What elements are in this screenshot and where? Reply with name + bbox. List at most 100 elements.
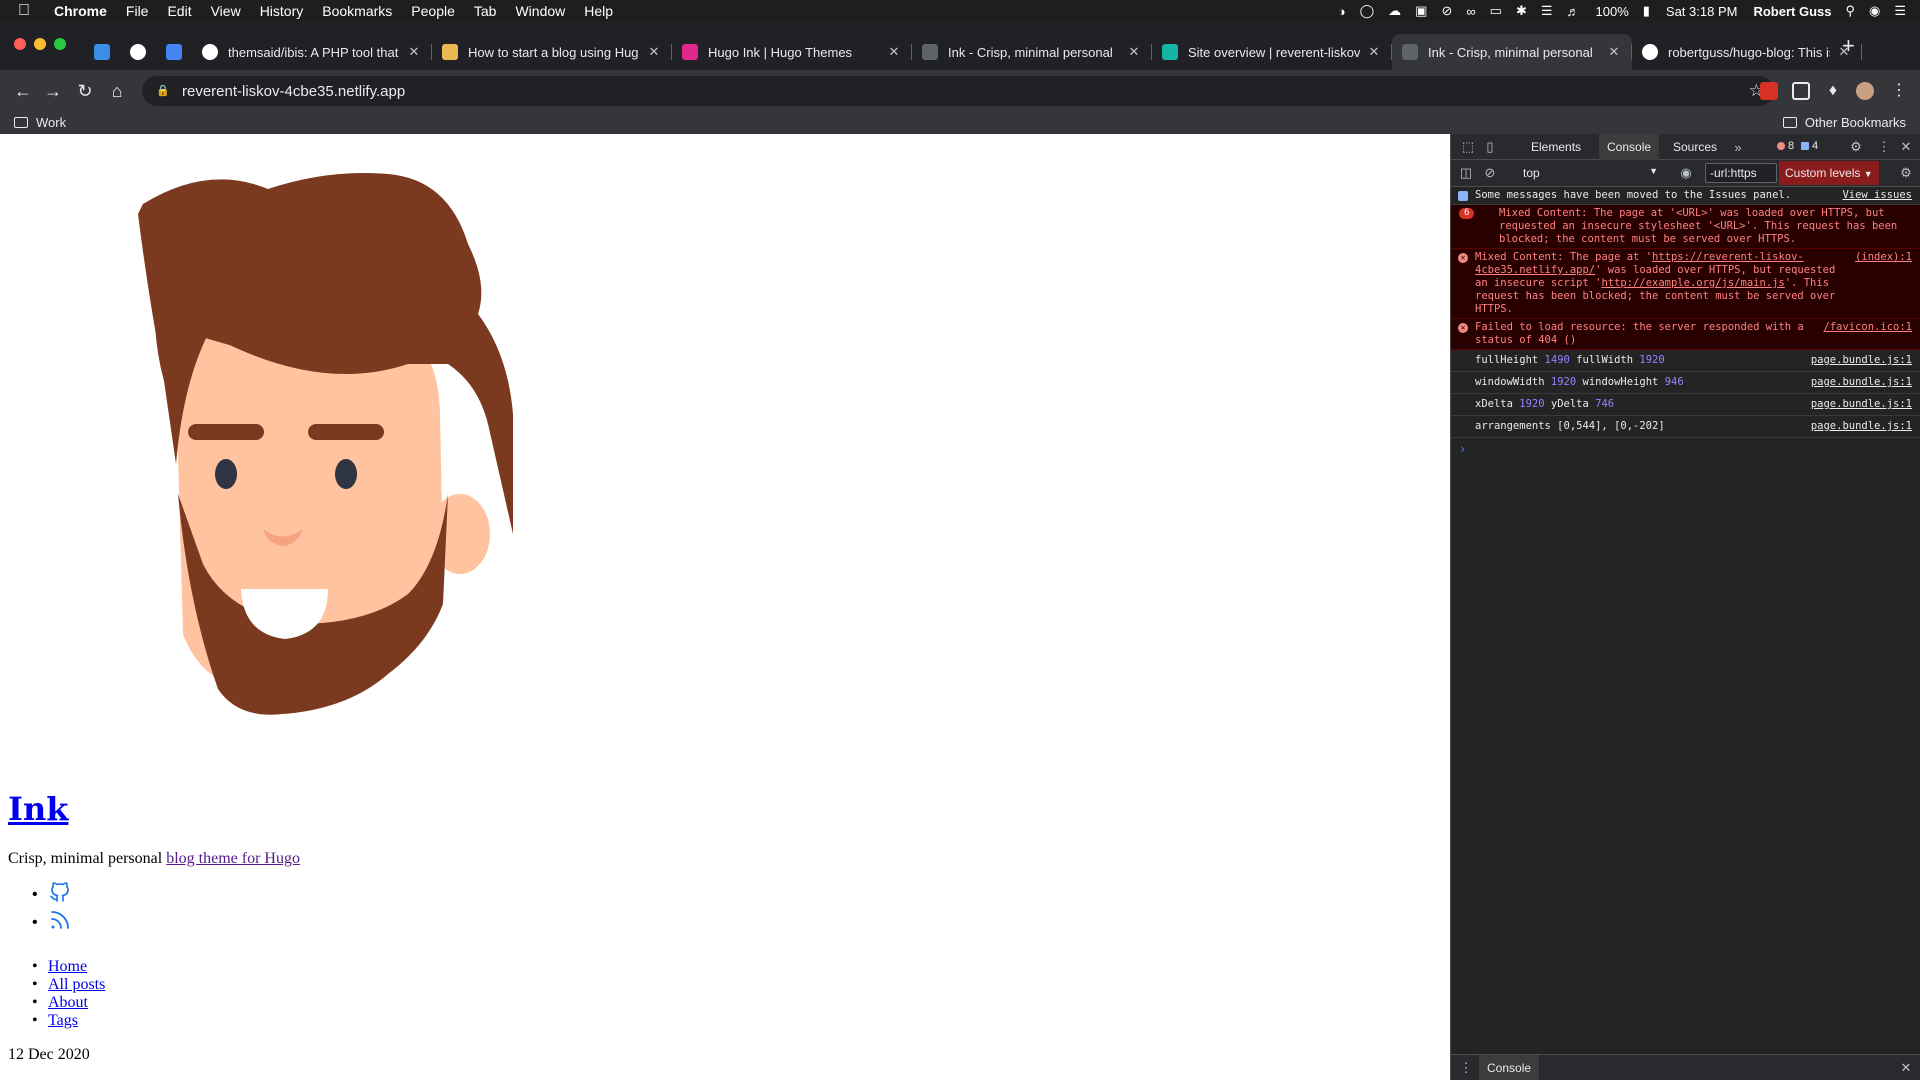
device-toolbar-icon[interactable]: ▯ <box>1481 138 1499 156</box>
error-count-badge[interactable]: 8 <box>1777 140 1794 152</box>
extension-notion-icon[interactable] <box>1792 82 1810 100</box>
browser-tab[interactable] <box>156 34 192 70</box>
clear-console-icon[interactable]: ⊘ <box>1481 164 1499 182</box>
close-drawer-icon[interactable]: ✕ <box>1897 1059 1915 1077</box>
site-title-link[interactable]: Ink <box>8 790 68 828</box>
address-bar-url[interactable]: reverent-liskov-4cbe35.netlify.app <box>182 83 405 100</box>
control-center-icon[interactable]: ☰ <box>1894 3 1906 19</box>
drawer-menu-icon[interactable]: ⋮ <box>1457 1059 1475 1077</box>
browser-tab[interactable]: Hugo Ink | Hugo Themes ✕ <box>672 34 912 70</box>
live-expression-eye-icon[interactable]: ◉ <box>1677 164 1695 182</box>
console-source-link[interactable]: (index):1 <box>1855 251 1912 264</box>
browser-tab[interactable]: themsaid/ibis: A PHP tool that ✕ <box>192 34 432 70</box>
wifi-icon[interactable]: ☰ <box>1541 3 1553 19</box>
tab-close-icon[interactable]: ✕ <box>1606 44 1622 60</box>
log-levels-dropdown[interactable]: Custom levels ▼ <box>1779 161 1879 185</box>
more-tabs-icon[interactable]: » <box>1729 138 1747 156</box>
tab-close-icon[interactable]: ✕ <box>886 44 902 60</box>
airplay-icon[interactable]: ▭ <box>1490 3 1502 19</box>
archive-icon[interactable]: ▣ <box>1415 3 1427 19</box>
browser-tab[interactable] <box>120 34 156 70</box>
console-source-link[interactable]: page.bundle.js:1 <box>1811 354 1912 367</box>
menu-view[interactable]: View <box>211 3 241 19</box>
nav-link-tags[interactable]: Tags <box>48 1012 78 1029</box>
console-source-link[interactable]: /favicon.ico:1 <box>1823 321 1912 334</box>
browser-tab[interactable]: Ink - Crisp, minimal personal ✕ <box>912 34 1152 70</box>
nav-link-all-posts[interactable]: All posts <box>48 976 105 993</box>
battery-icon[interactable]: ▮ <box>1643 3 1650 19</box>
menu-bookmarks[interactable]: Bookmarks <box>322 3 392 19</box>
site-description-link[interactable]: blog theme for Hugo <box>166 850 300 867</box>
devtools-menu-icon[interactable]: ⋮ <box>1875 138 1893 156</box>
devtools-tab-elements[interactable]: Elements <box>1523 134 1589 160</box>
github-icon[interactable] <box>48 880 72 904</box>
settings-gear-icon[interactable]: ⚙ <box>1847 138 1865 156</box>
home-button[interactable]: ⌂ <box>106 80 128 102</box>
console-settings-gear-icon[interactable]: ⚙ <box>1897 164 1915 182</box>
browser-tab[interactable]: How to start a blog using Hug ✕ <box>432 34 672 70</box>
browser-tab[interactable]: robertguss/hugo-blog: This is ✕ <box>1632 34 1862 70</box>
close-devtools-icon[interactable]: ✕ <box>1897 138 1915 156</box>
rss-icon[interactable] <box>48 908 72 932</box>
apple-icon[interactable]:  <box>18 2 38 20</box>
chrome-menu-icon[interactable]: ⋮ <box>1890 82 1908 100</box>
menu-file[interactable]: File <box>126 3 149 19</box>
drawer-tab-console[interactable]: Console <box>1479 1055 1540 1080</box>
tab-close-icon[interactable]: ✕ <box>1366 44 1382 60</box>
devtools-tab-sources[interactable]: Sources <box>1665 134 1725 160</box>
menu-app-name[interactable]: Chrome <box>54 3 107 19</box>
inspect-element-icon[interactable]: ⬚ <box>1459 138 1477 156</box>
nav-link-home[interactable]: Home <box>48 958 87 975</box>
menu-history[interactable]: History <box>260 3 304 19</box>
context-selector[interactable]: top ▼ <box>1523 166 1658 180</box>
dash-icon[interactable]: ◑ <box>1338 4 1346 19</box>
console-source-link[interactable]: page.bundle.js:1 <box>1811 398 1912 411</box>
reload-button[interactable]: ↻ <box>74 80 96 102</box>
browser-tab[interactable]: Site overview | reverent-liskov ✕ <box>1152 34 1392 70</box>
extensions-puzzle-icon[interactable]: ♦ <box>1824 82 1842 100</box>
sidebar-toggle-icon[interactable]: ◫ <box>1457 164 1475 182</box>
siri-icon[interactable]: ◉ <box>1869 3 1880 19</box>
console-source-link[interactable]: page.bundle.js:1 <box>1811 376 1912 389</box>
new-tab-button[interactable]: + <box>1842 35 1855 57</box>
console-prompt-input[interactable]: › <box>1451 438 1920 460</box>
nav-link-about[interactable]: About <box>48 994 88 1011</box>
address-bar[interactable]: 🔒 reverent-liskov-4cbe35.netlify.app ☆ <box>142 76 1774 106</box>
browser-tab[interactable]: Ink - Crisp, minimal personal ✕ <box>1392 34 1632 70</box>
menu-edit[interactable]: Edit <box>167 3 191 19</box>
menubar-user[interactable]: Robert Guss <box>1753 4 1831 19</box>
console-source-link[interactable]: page.bundle.js:1 <box>1811 420 1912 433</box>
chat-bubble-icon[interactable]: ◯ <box>1360 3 1375 19</box>
menu-window[interactable]: Window <box>515 3 565 19</box>
volume-icon[interactable]: ♬ <box>1567 4 1580 19</box>
cloud-icon[interactable]: ☁ <box>1388 3 1401 19</box>
tab-close-icon[interactable]: ✕ <box>406 44 422 60</box>
browser-tab[interactable] <box>84 34 120 70</box>
menubar-clock[interactable]: Sat 3:18 PM <box>1666 4 1738 19</box>
minimize-window-button[interactable] <box>34 38 46 50</box>
info-count-badge[interactable]: 4 <box>1801 140 1818 152</box>
battery-percent[interactable]: 100% <box>1596 4 1629 19</box>
profile-avatar-icon[interactable] <box>1856 82 1874 100</box>
extension-lastpass-icon[interactable] <box>1760 82 1778 100</box>
tab-close-icon[interactable]: ✕ <box>646 44 662 60</box>
back-button[interactable]: ← <box>12 80 34 102</box>
menu-tab[interactable]: Tab <box>474 3 497 19</box>
no-entry-icon[interactable]: ⊘ <box>1441 3 1452 19</box>
forward-button[interactable]: → <box>42 80 64 102</box>
console-filter-input[interactable]: -url:https <box>1705 163 1777 183</box>
bookmark-folder-other[interactable]: Other Bookmarks <box>1782 115 1906 130</box>
bookmark-folder-work[interactable]: Work <box>14 115 66 130</box>
lock-icon[interactable]: 🔒 <box>156 84 170 98</box>
glasses-icon[interactable]: ∞ <box>1466 4 1475 19</box>
view-issues-link[interactable]: View issues <box>1842 189 1912 202</box>
menu-help[interactable]: Help <box>584 3 613 19</box>
console-message-link[interactable]: http://example.org/js/main.js <box>1601 277 1784 289</box>
menu-people[interactable]: People <box>411 3 455 19</box>
close-window-button[interactable] <box>14 38 26 50</box>
bluetooth-icon[interactable]: ✱ <box>1516 3 1527 19</box>
devtools-tab-console[interactable]: Console <box>1599 134 1660 160</box>
zoom-window-button[interactable] <box>54 38 66 50</box>
tab-close-icon[interactable]: ✕ <box>1126 44 1142 60</box>
spotlight-search-icon[interactable]: ⚲ <box>1845 3 1855 19</box>
